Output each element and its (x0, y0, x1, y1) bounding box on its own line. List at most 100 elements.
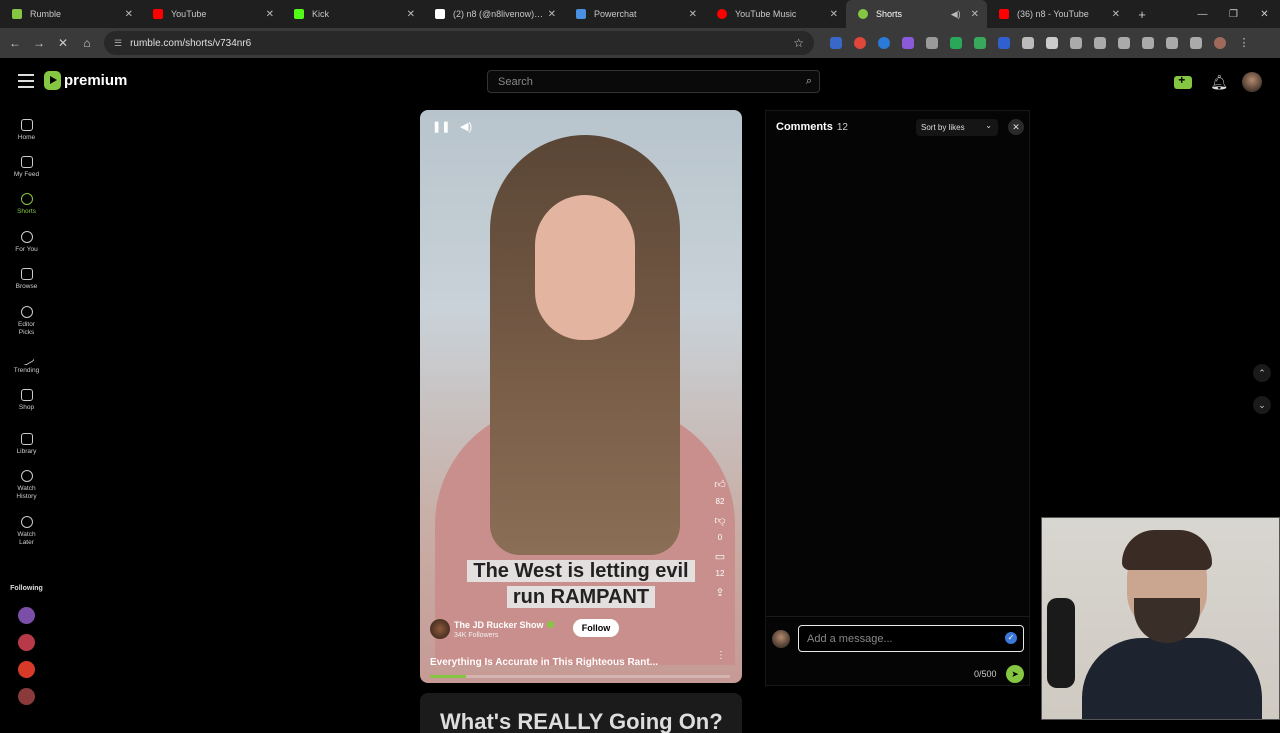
close-tab-icon[interactable]: ✕ (971, 9, 979, 20)
sidebar-item-trending[interactable]: Trending (0, 349, 53, 375)
powerchat-favicon-icon (576, 9, 586, 19)
follow-button[interactable]: Follow (573, 619, 619, 637)
browser-tab-powerchat[interactable]: Powerchat ✕ (564, 0, 705, 28)
close-comments-button[interactable]: ✕ (1008, 119, 1024, 135)
profile-icon[interactable] (1214, 37, 1226, 49)
next-short-button[interactable]: ⌄ (1253, 396, 1271, 414)
followed-channel-avatar[interactable] (18, 688, 35, 705)
webcam-person-hair (1122, 530, 1212, 570)
close-tab-icon[interactable]: ✕ (1112, 9, 1120, 20)
extensions-puzzle-icon[interactable] (1046, 37, 1058, 49)
browser-tab-kick[interactable]: Kick ✕ (282, 0, 423, 28)
address-bar[interactable]: ☰ rumble.com/shorts/v734nr6 ☆ (104, 31, 814, 55)
volume-icon[interactable]: ◀) (460, 120, 472, 133)
search-input[interactable]: Search ⌕ (487, 70, 820, 93)
like-icon[interactable]: 👍︎ (710, 478, 730, 491)
extension-icon[interactable] (878, 37, 890, 49)
short-video-player[interactable]: ❚❚ ◀) The West is letting evil run RAMPA… (420, 110, 742, 683)
dislike-icon[interactable]: 👎︎ (710, 514, 730, 527)
followed-channel-avatar[interactable] (18, 634, 35, 651)
notifications-bell-icon[interactable]: 🔔︎ (1210, 74, 1228, 91)
new-tab-button[interactable]: + (1132, 7, 1152, 22)
menu-icon[interactable]: ⋮ (1238, 37, 1250, 49)
extension-icon[interactable] (830, 37, 842, 49)
back-icon[interactable]: ← (3, 36, 27, 50)
bookmark-star-icon[interactable]: ☆ (793, 36, 804, 50)
sidebar-item-home[interactable]: Home (0, 119, 53, 142)
feed-icon (20, 156, 33, 168)
channel-name-text: The JD Rucker Show (454, 620, 544, 630)
followed-channel-avatar[interactable] (18, 661, 35, 678)
extension-icon[interactable] (950, 37, 962, 49)
next-short-preview[interactable]: What's REALLY Going On? (420, 693, 742, 733)
upload-icon[interactable] (1174, 73, 1193, 89)
youtube-favicon-icon (153, 9, 163, 19)
close-window-icon[interactable]: ✕ (1249, 9, 1280, 20)
close-tab-icon[interactable]: ✕ (407, 9, 415, 20)
browser-tab-shorts[interactable]: Shorts ◀) ✕ (846, 0, 987, 28)
comment-input[interactable]: Add a message... ✓ (798, 625, 1024, 652)
send-button[interactable]: ➤ (1006, 665, 1024, 683)
sidebar-item-for-you[interactable]: For You (0, 231, 53, 254)
close-tab-icon[interactable]: ✕ (266, 9, 274, 20)
speaker-icon[interactable]: ◀) (951, 9, 961, 20)
stop-icon[interactable]: ✕ (51, 36, 75, 50)
extension-icon[interactable] (902, 37, 914, 49)
previous-short-button[interactable]: ⌃ (1253, 364, 1271, 382)
downloads-icon[interactable] (1190, 37, 1202, 49)
site-info-icon[interactable]: ☰ (114, 38, 122, 49)
sidebar-item-shorts[interactable]: Shorts (0, 193, 53, 216)
browser-tab-bar: Rumble ✕ YouTube ✕ Kick ✕ (2) n8 (@n8liveno… (0, 0, 1280, 28)
browser-tab-youtube-channel[interactable]: (36) n8 - YouTube ✕ (987, 0, 1128, 28)
sidebar-icon[interactable] (1142, 37, 1154, 49)
close-tab-icon[interactable]: ✕ (548, 9, 556, 20)
sidebar-item-watch-history[interactable]: Watch History (0, 470, 53, 501)
sidebar-item-browse[interactable]: Browse (0, 268, 53, 291)
sidebar-item-label: Library (16, 448, 37, 455)
sidebar-item-editor-picks[interactable]: Editor Picks (0, 306, 53, 337)
sidebar-item-library[interactable]: Library (0, 433, 53, 456)
more-options-icon[interactable]: ⋮ (716, 650, 726, 661)
devtools-icon[interactable] (1118, 37, 1130, 49)
pause-icon[interactable]: ❚❚ (432, 120, 450, 133)
extension-icon[interactable] (1022, 37, 1034, 49)
hamburger-menu-icon[interactable] (18, 74, 34, 88)
media-icon[interactable] (1166, 37, 1178, 49)
settings-icon[interactable] (1094, 37, 1106, 49)
sidebar-item-watch-later[interactable]: Watch Later (0, 516, 53, 547)
verified-icon (546, 621, 554, 628)
maximize-icon[interactable]: ❐ (1218, 9, 1249, 20)
tab-title: Powerchat (594, 9, 637, 19)
comment-icon[interactable]: ▭ (710, 550, 730, 563)
browser-tab-youtube-music[interactable]: YouTube Music ✕ (705, 0, 846, 28)
sort-dropdown[interactable]: Sort by likes ⌄ (916, 119, 998, 136)
video-title[interactable]: Everything Is Accurate in This Righteous… (430, 657, 658, 668)
close-tab-icon[interactable]: ✕ (125, 9, 133, 20)
close-tab-icon[interactable]: ✕ (689, 9, 697, 20)
rumble-logo[interactable]: premium (44, 71, 127, 90)
forward-icon[interactable]: → (27, 36, 51, 50)
minimize-icon[interactable]: — (1187, 9, 1218, 20)
search-icon[interactable]: ⌕ (806, 75, 812, 88)
extension-icon[interactable] (854, 37, 866, 49)
extension-icon[interactable] (974, 37, 986, 49)
home-icon[interactable]: ⌂ (75, 36, 99, 50)
video-frame (435, 135, 735, 665)
tab-title: Rumble (30, 9, 62, 19)
sidebar-item-shop[interactable]: Shop (0, 389, 53, 412)
channel-avatar[interactable] (430, 619, 450, 639)
share-icon[interactable]: ⇪ (710, 586, 730, 599)
history-icon[interactable] (1070, 37, 1082, 49)
extension-icon[interactable] (926, 37, 938, 49)
sidebar-item-my-feed[interactable]: My Feed (0, 156, 53, 179)
browser-tab-rumble[interactable]: Rumble ✕ (0, 0, 141, 28)
followed-channel-avatar[interactable] (18, 607, 35, 624)
avatar[interactable] (1242, 72, 1262, 92)
browser-tab-youtube[interactable]: YouTube ✕ (141, 0, 282, 28)
browser-tab-x[interactable]: (2) n8 (@n8livenow) / X ✕ (423, 0, 564, 28)
close-tab-icon[interactable]: ✕ (830, 9, 838, 20)
extension-icon[interactable] (998, 37, 1010, 49)
video-progress-bar[interactable] (430, 675, 730, 678)
channel-name[interactable]: The JD Rucker Show (454, 620, 554, 630)
rumble-favicon-icon (12, 9, 22, 19)
